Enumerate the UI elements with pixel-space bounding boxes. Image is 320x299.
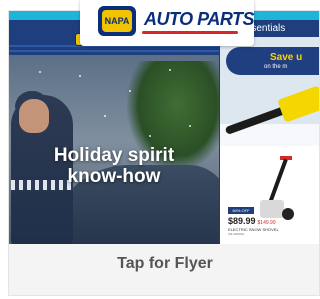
- snowflake: [149, 135, 151, 137]
- promo-subtext: on the m: [264, 64, 288, 70]
- sale-price: $89.99: [228, 216, 256, 226]
- snowflake: [39, 71, 41, 73]
- snowflake: [79, 75, 81, 77]
- snowflake: [104, 115, 106, 117]
- snowflake: [129, 90, 131, 92]
- promo-headline: Save u: [270, 52, 303, 63]
- product-price: $89.99 $149.99: [228, 216, 276, 226]
- face-image: [19, 99, 49, 133]
- napa-badge-text: NAPA: [102, 10, 132, 32]
- flyer-headline: Holiday spirit know-how: [9, 145, 219, 187]
- product-sku: (99-390904): [228, 232, 245, 236]
- deal-badge: 60% OFF: [228, 207, 254, 214]
- snowflake: [189, 125, 191, 127]
- band-stripe: [9, 50, 219, 52]
- was-price: $149.99: [257, 220, 276, 226]
- shovel-wheel: [282, 208, 294, 220]
- snow-brush-image: [277, 85, 319, 123]
- flyer-card[interactable]: Holiday spirit know-how er Essentials Sa…: [8, 10, 320, 296]
- tap-for-flyer-button[interactable]: Tap for Flyer: [9, 244, 319, 295]
- headline-line-2: know-how: [67, 166, 161, 187]
- shovel-pole: [268, 158, 288, 204]
- logo-swoosh: [142, 31, 238, 34]
- napa-logo: NAPA AUTO PARTS: [80, 0, 255, 46]
- product-panel: 60% OFF $89.99 $149.99 ELECTRIC SNOW SHOV…: [220, 146, 319, 244]
- napa-badge-icon: NAPA: [98, 6, 136, 36]
- headline-line-1: Holiday spirit: [53, 145, 175, 166]
- hero-photo: Holiday spirit know-how: [9, 55, 219, 244]
- auto-parts-wordmark: AUTO PARTS: [144, 9, 255, 29]
- snowflake: [169, 69, 171, 71]
